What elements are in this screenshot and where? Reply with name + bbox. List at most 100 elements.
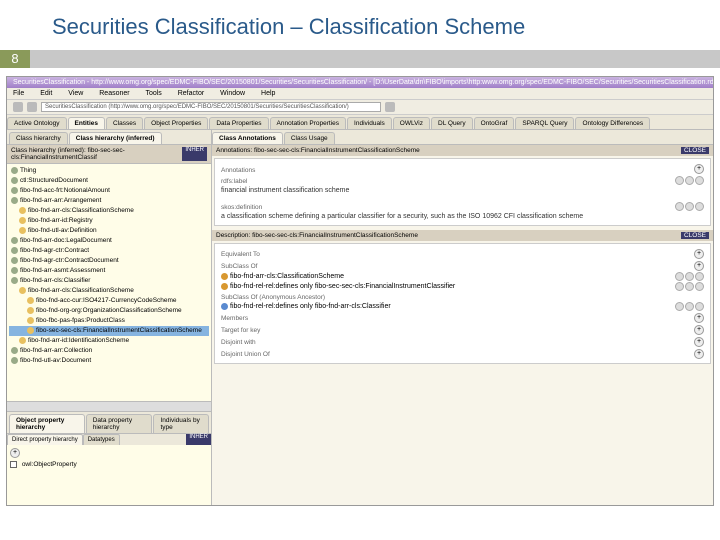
edit-icon[interactable]	[675, 202, 684, 211]
rdfs-label-key: rdfs:label	[221, 178, 247, 185]
menu-refactor[interactable]: Refactor	[178, 90, 204, 97]
content-area: Class hierarchy Class hierarchy (inferre…	[7, 130, 713, 505]
tab-dlquery[interactable]: DL Query	[431, 117, 473, 129]
target-label: Target for key	[221, 327, 260, 334]
tree-node-label: fibo-fnd-arr-id:IdentificationScheme	[28, 337, 129, 344]
tree-node[interactable]: fibo-fnd-utl-av:Definition	[9, 226, 209, 236]
delete-icon[interactable]	[695, 272, 704, 281]
delete-icon[interactable]	[695, 176, 704, 185]
delete-icon[interactable]	[695, 282, 704, 291]
tab-ontograf[interactable]: OntoGraf	[474, 117, 515, 129]
tree-node-label: fibo-fnd-arr-asmt:Assessment	[20, 267, 105, 274]
delete-icon[interactable]	[695, 202, 704, 211]
description-close[interactable]: CLOSE	[681, 232, 709, 239]
annotations-close[interactable]: CLOSE	[681, 147, 709, 154]
tree-node[interactable]: fibo-fnd-arr-id:Registry	[9, 216, 209, 226]
subclass-item-1[interactable]: fibo-fnd-arr-cls:ClassificationScheme	[221, 273, 344, 280]
property-item[interactable]: owl:ObjectProperty	[10, 461, 208, 468]
class-tree[interactable]: Thingctl:StructuredDocumentfibo-fnd-acc-…	[7, 164, 211, 401]
menu-tools[interactable]: Tools	[145, 90, 161, 97]
tab-ontology-diff[interactable]: Ontology Differences	[575, 117, 650, 129]
subtab-class-hierarchy[interactable]: Class hierarchy	[9, 132, 68, 144]
rtab-annotations[interactable]: Class Annotations	[212, 132, 283, 144]
search-icon[interactable]	[385, 102, 395, 112]
tree-node[interactable]: fibo-fnd-arr-asmt:Assessment	[9, 266, 209, 276]
tree-node[interactable]: ctl:StructuredDocument	[9, 176, 209, 186]
menu-window[interactable]: Window	[220, 90, 245, 97]
add-equiv-button[interactable]: +	[694, 249, 704, 259]
tree-node[interactable]: fibo-fnd-arr-cls:Classifier	[9, 276, 209, 286]
menu-view[interactable]: View	[68, 90, 83, 97]
subtab2-direct[interactable]: Direct property hierarchy	[7, 434, 83, 445]
tab-entities[interactable]: Entities	[68, 117, 105, 129]
menu-file[interactable]: File	[13, 90, 24, 97]
tree-node-label: fibo-fnd-arr-cls:ClassificationScheme	[28, 207, 134, 214]
tree-node[interactable]: fibo-fbc-pas-fpas:ProductClass	[9, 316, 209, 326]
ontology-iri-field[interactable]: SecuritiesClassification (http://www.omg…	[41, 102, 381, 112]
delete-icon[interactable]	[695, 302, 704, 311]
subtab-individuals[interactable]: Individuals by type	[153, 414, 209, 433]
info-icon[interactable]	[685, 202, 694, 211]
anon-item-1[interactable]: fibo-fnd-rel-rel:defines only fibo-fnd-a…	[221, 303, 391, 310]
menubar: File Edit View Reasoner Tools Refactor W…	[7, 88, 713, 100]
add-property-button[interactable]: +	[10, 448, 20, 458]
menu-reasoner[interactable]: Reasoner	[99, 90, 129, 97]
tree-node[interactable]: fibo-fnd-arr-cls:ClassificationScheme	[9, 206, 209, 216]
menu-edit[interactable]: Edit	[40, 90, 52, 97]
tree-node[interactable]: fibo-fnd-acc-cur:ISO4217-CurrencyCodeSch…	[9, 296, 209, 306]
tree-node[interactable]: Thing	[9, 166, 209, 176]
info-icon[interactable]	[685, 176, 694, 185]
tree-node[interactable]: fibo-fnd-agr-ctr:Contract	[9, 246, 209, 256]
subtab-obj-prop[interactable]: Object property hierarchy	[9, 414, 85, 433]
add-annotation-button[interactable]: +	[694, 164, 704, 174]
subtab-class-hierarchy-inferred[interactable]: Class hierarchy (inferred)	[69, 132, 162, 144]
tab-individuals[interactable]: Individuals	[347, 117, 392, 129]
tree-node[interactable]: fibo-fnd-utl-av:Document	[9, 356, 209, 366]
slide-title: Securities Classification – Classificati…	[0, 0, 720, 50]
tab-classes[interactable]: Classes	[106, 117, 143, 129]
tree-node[interactable]: fibo-fnd-arr-id:IdentificationScheme	[9, 336, 209, 346]
menu-help[interactable]: Help	[261, 90, 275, 97]
subtab-data-prop[interactable]: Data property hierarchy	[86, 414, 153, 433]
tree-node[interactable]: fibo-fnd-org-org:OrganizationClassificat…	[9, 306, 209, 316]
edit-icon[interactable]	[675, 272, 684, 281]
rtab-usage[interactable]: Class Usage	[284, 132, 335, 144]
tree-node[interactable]: fibo-fnd-arr-arr:Collection	[9, 346, 209, 356]
back-icon[interactable]	[13, 102, 23, 112]
tab-active-ontology[interactable]: Active Ontology	[7, 117, 67, 129]
tree-node[interactable]: fibo-fnd-arr-cls:ClassificationScheme	[9, 286, 209, 296]
tree-node[interactable]: fibo-fnd-arr-arr:Arrangement	[9, 196, 209, 206]
class-icon	[11, 277, 18, 284]
tab-object-properties[interactable]: Object Properties	[144, 117, 208, 129]
edit-icon[interactable]	[675, 302, 684, 311]
tree-node-label: fibo-fnd-agr-ctr:Contract	[20, 247, 89, 254]
subclass-item-2[interactable]: fibo-fnd-rel-rel:defines only fibo-sec-s…	[221, 283, 455, 290]
subtab2-datatypes[interactable]: Datatypes	[83, 434, 120, 445]
info-icon[interactable]	[685, 282, 694, 291]
tab-data-properties[interactable]: Data Properties	[209, 117, 268, 129]
forward-icon[interactable]	[27, 102, 37, 112]
tree-node[interactable]: fibo-sec-sec-cls:FinancialInstrumentClas…	[9, 326, 209, 336]
tab-annotation-properties[interactable]: Annotation Properties	[270, 117, 347, 129]
class-icon	[221, 273, 228, 280]
add-subclass-button[interactable]: +	[694, 261, 704, 271]
class-icon	[11, 187, 18, 194]
checkbox-icon[interactable]	[10, 461, 17, 468]
add-members-button[interactable]: +	[694, 313, 704, 323]
add-disjoint-button[interactable]: +	[694, 337, 704, 347]
tree-node[interactable]: fibo-fnd-arr-doc:LegalDocument	[9, 236, 209, 246]
info-icon[interactable]	[685, 302, 694, 311]
edit-icon[interactable]	[675, 282, 684, 291]
class-icon	[11, 237, 18, 244]
property-panel: + owl:ObjectProperty	[7, 445, 211, 505]
tree-node[interactable]: fibo-fnd-acc-frt:NotionalAmount	[9, 186, 209, 196]
add-target-button[interactable]: +	[694, 325, 704, 335]
tab-sparql[interactable]: SPARQL Query	[515, 117, 574, 129]
edit-icon[interactable]	[675, 176, 684, 185]
add-union-button[interactable]: +	[694, 349, 704, 359]
tab-owlviz[interactable]: OWLViz	[393, 117, 430, 129]
tree-scrollbar[interactable]	[7, 401, 211, 411]
info-icon[interactable]	[685, 272, 694, 281]
class-icon	[11, 347, 18, 354]
tree-node[interactable]: fibo-fnd-agr-ctr:ContractDocument	[9, 256, 209, 266]
